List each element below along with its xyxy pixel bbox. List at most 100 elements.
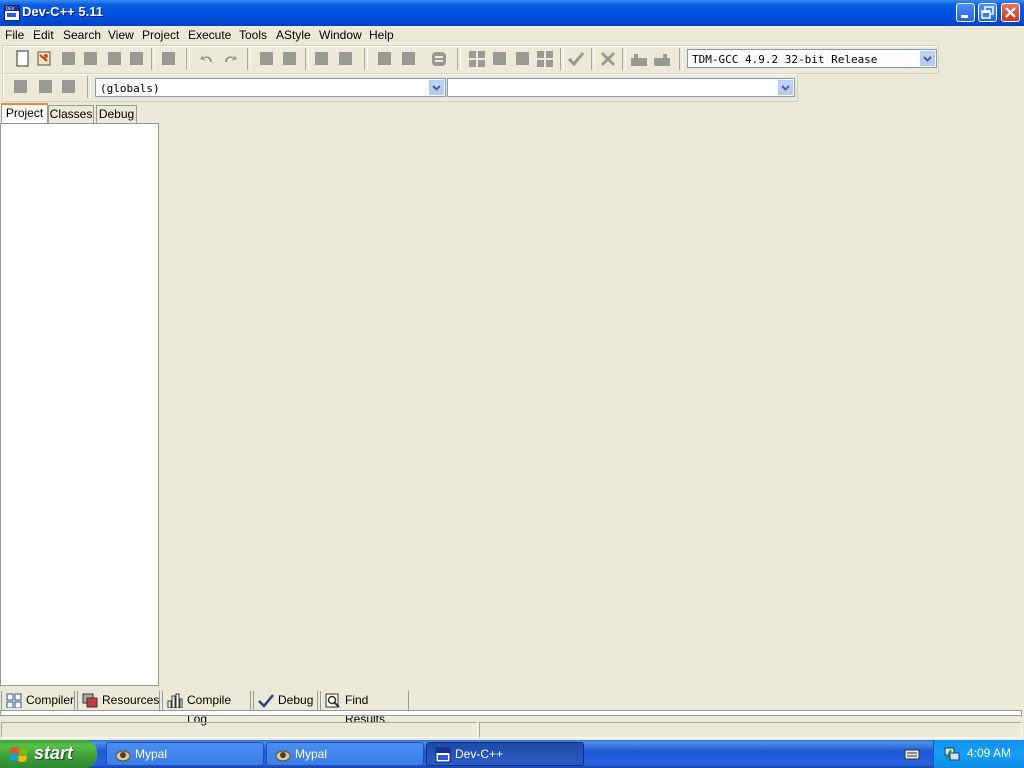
tab-find-results[interactable]: Find Results (320, 691, 409, 726)
menu-search[interactable]: Search (63, 28, 101, 42)
close-file-icon[interactable] (106, 50, 124, 68)
start-label: start (34, 743, 74, 763)
menu-help[interactable]: Help (369, 28, 394, 42)
toolbar-separator (679, 48, 683, 70)
tab-classes[interactable]: Classes (48, 105, 94, 123)
close-icon (1005, 7, 1016, 18)
title-bar[interactable]: DEV Dev-C++ 5.11 (0, 0, 1024, 26)
scope-select[interactable]: (globals) (95, 78, 446, 97)
clock[interactable]: 4:09 AM (967, 746, 1011, 760)
menu-file[interactable]: File (5, 28, 24, 42)
toolbar-separator (364, 48, 368, 70)
toolbar-separator (87, 76, 91, 98)
scope-select-value: (globals) (100, 82, 160, 95)
new-file-icon[interactable] (14, 50, 32, 68)
syntax-check-icon[interactable] (567, 50, 585, 68)
chevron-down-icon[interactable] (429, 80, 444, 95)
toolbar-separator (247, 48, 251, 70)
menu-view[interactable]: View (108, 28, 134, 42)
save-icon[interactable] (60, 50, 78, 68)
menu-project[interactable]: Project (142, 28, 179, 42)
compiler-select[interactable]: TDM-GCC 4.9.2 32-bit Release (687, 49, 937, 68)
menu-window[interactable]: Window (319, 28, 362, 42)
menu-astyle[interactable]: AStyle (276, 28, 311, 42)
restore-button[interactable] (978, 3, 997, 22)
taskbar-item-mypal-1[interactable]: Mypal (106, 742, 264, 766)
network-icon[interactable] (943, 745, 960, 762)
tab-debug-output[interactable]: Debug (253, 691, 318, 711)
mypal-icon (115, 750, 131, 762)
profile-icon[interactable] (630, 50, 648, 68)
compile-log-icon (167, 693, 183, 708)
status-panel-right (479, 722, 1022, 738)
tab-compile-log[interactable]: Compile Log (162, 691, 251, 726)
project-options-icon[interactable] (430, 50, 448, 68)
tab-project[interactable]: Project (1, 103, 48, 124)
minimize-icon (961, 15, 968, 18)
delete-profile-icon[interactable] (653, 50, 671, 68)
status-panel-left (1, 722, 478, 738)
redo-icon[interactable] (221, 50, 239, 68)
dev-cpp-app-icon[interactable]: DEV (4, 5, 20, 21)
rebuild-all-icon[interactable] (536, 50, 554, 68)
save-all-icon[interactable] (82, 50, 100, 68)
find-next-icon[interactable] (313, 50, 331, 68)
app-icon-text: DEV (6, 6, 15, 11)
toolbar-separator (151, 48, 155, 70)
project-tree-panel[interactable] (0, 123, 159, 686)
taskbar-item-mypal-2[interactable]: Mypal (266, 742, 424, 766)
tab-resources[interactable]: Resources (77, 691, 160, 711)
class-browser-toolbar: (globals) (2, 73, 798, 102)
taskbar-item-label: Dev-C++ (455, 747, 504, 761)
output-panel-edge (0, 710, 1022, 716)
open-file-icon[interactable] (36, 50, 54, 68)
tab-compiler-label: Compiler (26, 693, 75, 707)
toolbar-separator (186, 48, 190, 70)
tab-debug-output-label: Debug (278, 693, 314, 707)
compiler-select-value: TDM-GCC 4.9.2 32-bit Release (692, 53, 878, 66)
chevron-down-icon[interactable] (920, 51, 935, 66)
window-title: Dev-C++ 5.11 (22, 4, 103, 19)
toolbar-separator (305, 48, 309, 70)
goto-line-icon[interactable] (337, 50, 355, 68)
goto-bookmark-icon[interactable] (60, 78, 78, 96)
windows-logo-icon (10, 747, 28, 762)
toolbar-separator (591, 48, 595, 70)
tab-debug[interactable]: Debug (96, 105, 137, 123)
debug-check-icon (258, 694, 274, 708)
tab-compiler[interactable]: Compiler (1, 691, 75, 711)
stop-execution-icon[interactable] (599, 50, 617, 68)
tab-resources-label: Resources (102, 693, 160, 707)
find-results-icon (325, 693, 340, 708)
print-icon[interactable] (160, 50, 178, 68)
minimize-button[interactable] (956, 3, 975, 22)
resources-icon (82, 693, 98, 708)
chevron-down-icon[interactable] (778, 80, 793, 95)
taskbar-item-devcpp[interactable]: Dev-C++ (426, 742, 584, 766)
close-all-icon[interactable] (128, 50, 146, 68)
compile-run-icon[interactable] (514, 50, 532, 68)
toolbar-separator (560, 48, 564, 70)
menu-execute[interactable]: Execute (188, 28, 231, 42)
status-bar (0, 720, 1024, 740)
remove-from-project-icon[interactable] (400, 50, 418, 68)
replace-icon[interactable] (281, 50, 299, 68)
add-to-project-icon[interactable] (376, 50, 394, 68)
taskbar-item-label: Mypal (295, 747, 328, 761)
run-icon[interactable] (491, 50, 509, 68)
menu-tools[interactable]: Tools (239, 28, 267, 42)
compile-icon[interactable] (468, 50, 486, 68)
menu-edit[interactable]: Edit (33, 28, 54, 42)
symbol-select[interactable] (447, 78, 795, 97)
start-button[interactable]: start (0, 740, 97, 768)
keyboard-icon[interactable] (904, 746, 920, 762)
close-button[interactable] (1001, 3, 1020, 22)
undo-icon[interactable] (198, 50, 216, 68)
toolbar-separator (457, 48, 461, 70)
find-icon[interactable] (258, 50, 276, 68)
restore-icon (981, 6, 994, 19)
compiler-icon (6, 693, 22, 708)
toggle-bookmark-icon[interactable] (37, 78, 55, 96)
taskbar-item-label: Mypal (135, 747, 168, 761)
insert-icon[interactable] (12, 78, 30, 96)
